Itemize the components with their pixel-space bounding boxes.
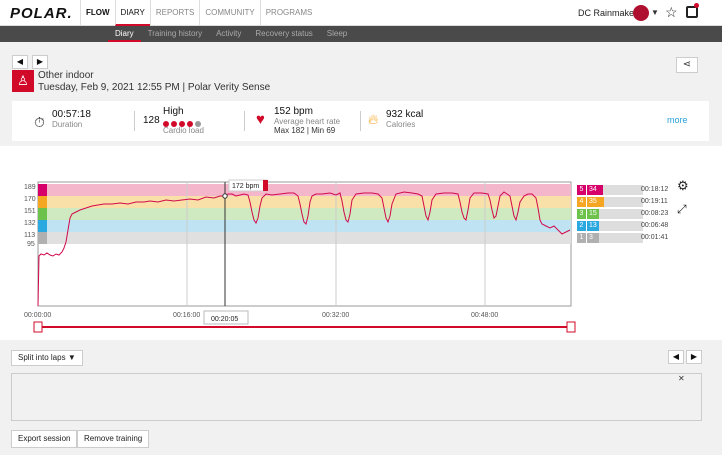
heart-icon: ♥ <box>256 111 265 128</box>
zone-row: 534 % 00:18:12 <box>577 185 669 203</box>
x-tick: 00:48:00 <box>471 312 498 319</box>
cursor-hr-value: 172 bpm <box>232 183 259 190</box>
polar-logo[interactable]: POLAR. <box>10 5 73 22</box>
zone-percent: 35 % <box>587 197 604 215</box>
lap-next-button[interactable]: ▶ <box>686 350 702 364</box>
tab-sleep[interactable]: Sleep <box>320 26 354 42</box>
zone-time: 00:01:41 <box>641 234 669 241</box>
fullscreen-expand-icon[interactable]: ⤢ <box>677 202 687 217</box>
tab-training-history[interactable]: Training history <box>141 26 209 42</box>
avg-hr-label: Average heart rate <box>274 117 341 126</box>
export-session-button[interactable]: Export session <box>11 430 78 448</box>
chart-panel: 189 170 151 132 113 95 00:00:00 00:16:00… <box>0 146 722 340</box>
y-tick: 189 <box>24 184 36 191</box>
star-icon[interactable]: ☆ <box>665 4 678 21</box>
cardio-load-label: Cardio load <box>163 126 204 135</box>
zone-time: 00:08:23 <box>641 210 669 217</box>
tab-diary[interactable]: Diary <box>108 26 141 42</box>
zone-percent: 3 % <box>587 233 599 251</box>
x-tick: 00:00:00 <box>24 312 51 319</box>
close-icon[interactable]: ✕ <box>678 374 685 383</box>
calories-label: Calories <box>386 120 416 129</box>
share-button[interactable]: ⋖ <box>676 57 698 73</box>
split-laps-button[interactable]: Split into laps ▼ <box>11 350 83 366</box>
y-tick: 95 <box>27 241 35 248</box>
zone-time: 00:18:12 <box>641 186 669 193</box>
x-tick: 00:32:00 <box>322 312 349 319</box>
cardio-load-dots <box>163 118 204 127</box>
zone-time: 00:19:11 <box>641 198 668 205</box>
x-tick: 00:16:00 <box>173 312 200 319</box>
heart-rate-chart[interactable]: 189 170 151 132 113 95 00:00:00 00:16:00… <box>0 146 722 340</box>
zone-row: 315 % 00:08:23 <box>577 209 669 227</box>
duration-label: Duration <box>52 120 83 129</box>
tab-recovery-status[interactable]: Recovery status <box>248 26 319 42</box>
nav-flow[interactable]: FLOW <box>80 0 115 26</box>
nav-community[interactable]: COMMUNITY <box>199 0 259 26</box>
nav-diary[interactable]: DIARY <box>114 0 150 26</box>
nav-programs[interactable]: PROGRAMS <box>259 0 318 26</box>
flame-icon: 🔥︎ <box>368 111 379 127</box>
hr-min-max: Max 182 | Min 69 <box>274 126 336 135</box>
avatar[interactable] <box>633 5 649 21</box>
calories-value: 932 kcal <box>386 109 424 120</box>
y-tick: 113 <box>24 232 35 239</box>
sub-navigation: Diary Training history Activity Recovery… <box>0 26 722 42</box>
tab-activity[interactable]: Activity <box>209 26 248 42</box>
cardio-load-value: 128 <box>143 115 160 126</box>
more-link[interactable]: more <box>667 115 688 125</box>
previous-session-button[interactable]: ◀ <box>12 55 28 69</box>
cursor-time-value: 00:20:05 <box>211 316 238 323</box>
remove-training-button[interactable]: Remove training <box>77 430 150 448</box>
nav-reports[interactable]: REPORTS <box>149 0 200 26</box>
zone-number: 4 <box>577 197 586 207</box>
zone-number: 5 <box>577 185 586 195</box>
next-session-button[interactable]: ▶ <box>32 55 48 69</box>
zone-row: 213 % 00:06:48 <box>577 221 669 239</box>
zone-row: 13 % 00:01:41 <box>577 233 669 251</box>
sport-indoor-icon: ♙ <box>12 70 34 92</box>
zone-number: 3 <box>577 209 586 219</box>
zone-number: 2 <box>577 221 586 231</box>
y-tick: 170 <box>24 196 36 203</box>
y-tick: 132 <box>24 220 36 227</box>
top-navigation-bar: POLAR. FLOW DIARY REPORTS COMMUNITY PROG… <box>0 0 722 26</box>
zone-percent: 15 % <box>587 209 599 227</box>
range-start-handle[interactable] <box>33 321 43 333</box>
zone-3-band <box>38 208 571 220</box>
zone-5-band <box>38 184 571 196</box>
avg-hr-value: 152 bpm <box>274 106 313 117</box>
user-name[interactable]: DC Rainmaker <box>578 8 637 18</box>
cardio-load-level: High <box>163 106 184 117</box>
settings-gear-icon[interactable]: ⚙ <box>677 178 689 194</box>
zone-number: 1 <box>577 233 586 243</box>
lap-prev-button[interactable]: ◀ <box>668 350 684 364</box>
zone-1-band <box>38 232 571 244</box>
session-datetime: Tuesday, Feb 9, 2021 12:55 PM | Polar Ve… <box>38 82 271 93</box>
session-summary: ⏱ 00:57:18 Duration 128 High Cardio load… <box>12 101 709 141</box>
zone-time: 00:06:48 <box>641 222 669 229</box>
stopwatch-icon: ⏱ <box>34 114 45 130</box>
range-end-handle[interactable] <box>566 321 576 333</box>
zone-percent: 34 % <box>587 185 604 203</box>
chevron-down-icon[interactable]: ▼ <box>651 8 659 17</box>
duration-value: 00:57:18 <box>52 109 91 120</box>
laps-panel <box>11 373 702 421</box>
sync-device-icon[interactable] <box>686 3 699 18</box>
main-nav: FLOW DIARY REPORTS COMMUNITY PROGRAMS <box>80 0 317 26</box>
sport-name: Other indoor <box>38 70 94 81</box>
y-tick: 151 <box>24 208 36 215</box>
zone-percent: 13 % <box>587 221 599 239</box>
zone-row: 435 % 00:19:11 <box>577 197 669 215</box>
